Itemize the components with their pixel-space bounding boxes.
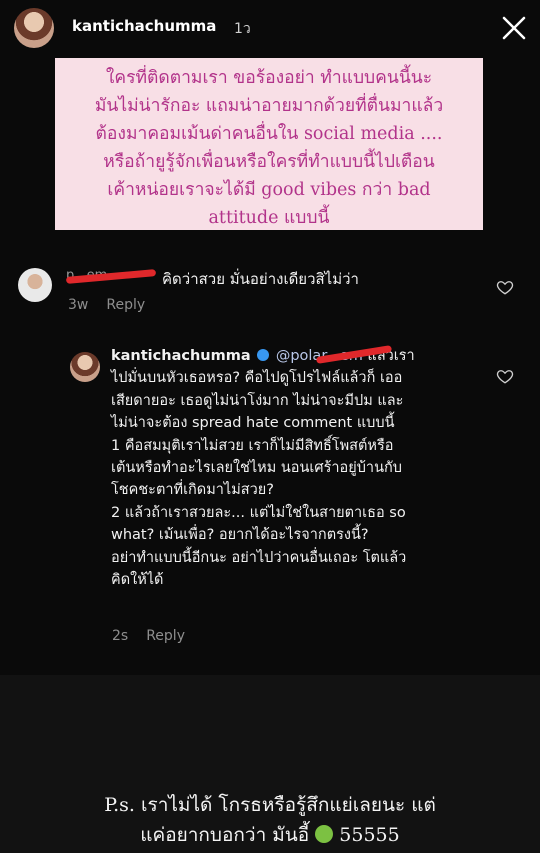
comment-meta: 3w Reply: [68, 297, 145, 313]
reply-username[interactable]: kantichachumma: [111, 348, 251, 364]
heart-icon[interactable]: [496, 367, 514, 385]
ps-line-text: แค่อยากบอกว่า มันอี้: [140, 824, 316, 846]
reply-text: kantichachumma @polar...em แล้วเรา ไปมั่…: [111, 345, 483, 591]
note-line: หรือถ้ายูรู้จักเพื่อนหรือใครที่ทำแบบนี้ไ…: [103, 152, 435, 172]
reply-line: อย่าทำแบบนี้อีกนะ อย่าไปว่าคนอื่นเถอะ โต…: [111, 549, 407, 566]
reply-button[interactable]: Reply: [106, 297, 145, 313]
profile-avatar[interactable]: [14, 8, 54, 48]
reply-age: 2s: [112, 628, 129, 644]
heart-icon[interactable]: [496, 278, 514, 296]
note-line: attitude แบบนี้: [208, 208, 330, 228]
verified-badge-icon: [257, 349, 270, 361]
note-line: เค้าหน่อยเราจะได้มี good vibes กว่า bad: [107, 180, 431, 200]
close-icon[interactable]: [496, 10, 532, 46]
ps-line-2: แค่อยากบอกว่า มันอี้ 55555: [0, 820, 540, 850]
reply-meta: 2s Reply: [112, 628, 185, 644]
reply-line: เต้นหรือทำอะไรเลยใช่ไหม นอนเศร้าอยู่บ้าน…: [111, 460, 402, 477]
comment-text: คิดว่าสวย มั่นอย่างเดียวสิไม่ว่า: [162, 270, 359, 288]
note-line: มันไม่น่ารักอะ แถมน่าอายมากด้วยที่ตื่นมา…: [94, 96, 444, 116]
comment-reply: kantichachumma @polar...em แล้วเรา ไปมั่…: [0, 345, 540, 665]
reply-line: 1 คือสมมุติเราไม่สวย เราก็ไม่มีสิทธิ์โพส…: [111, 437, 394, 454]
comment-age: 3w: [68, 297, 89, 313]
reply-line: what? เม้นเพื่อ? อยากได้อะไรจากตรงนี้?: [111, 527, 369, 544]
nauseated-face-icon: [315, 825, 334, 843]
story-username[interactable]: kantichachumma: [72, 17, 216, 35]
story-time: 1ว: [234, 21, 251, 37]
reply-line: คิดให้ได้: [111, 572, 164, 589]
ps-line: P.s. เราไม่ได้ โกรธหรือรู้สึกแย่เลยนะ แต…: [104, 794, 436, 816]
story-header: kantichachumma 1ว: [0, 0, 540, 60]
reply-line: เสียดายอะ เธอดูไม่น่าโง่มาก ไม่น่าจะมีปม…: [111, 392, 404, 409]
reply-line: 2 แล้วถ้าเราสวยละ... แต่ไม่ใช่ในสายตาเธอ…: [111, 504, 406, 521]
story-text-note: ใครที่ติดตามเรา ขอร้องอย่า ทำแบบคนนี้นะ …: [55, 58, 483, 230]
ps-caption: P.s. เราไม่ได้ โกรธหรือรู้สึกแย่เลยนะ แต…: [0, 790, 540, 850]
commenter-avatar[interactable]: [18, 268, 52, 302]
reply-line: โชคชะตาที่เกิดมาไม่สวย?: [111, 482, 274, 499]
reply-line: ไม่น่าจะต้อง spread hate comment แบบนี้: [111, 415, 395, 432]
replier-avatar[interactable]: [70, 352, 100, 382]
note-line: ใครที่ติดตามเรา ขอร้องอย่า ทำแบบคนนี้นะ: [105, 68, 433, 88]
ps-line-text: 55555: [333, 824, 400, 846]
note-line: ต้องมาคอมเม้นด่าคนอื่นใน social media ..…: [95, 124, 443, 144]
comment: p...em คิดว่าสวย มั่นอย่างเดียวสิไม่ว่า …: [0, 255, 540, 325]
reply-button[interactable]: Reply: [146, 628, 185, 644]
reply-line: ไปมั่นบนหัวเธอหรอ? คือไปดูโปรไฟล์แล้วก็ …: [111, 370, 403, 387]
